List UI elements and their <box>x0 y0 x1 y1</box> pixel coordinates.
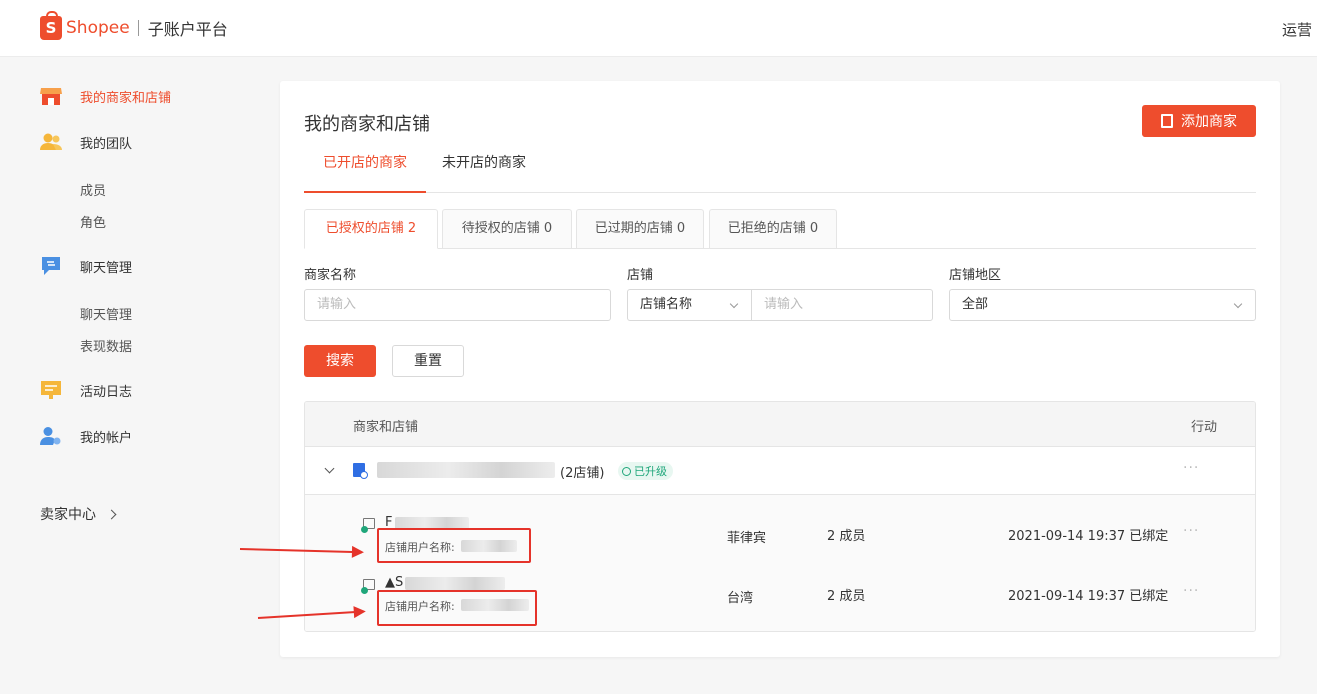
platform-name: 子账户平台 <box>147 20 228 39</box>
sidebar-item-label: 我的团队 <box>80 136 133 152</box>
merchant-name-input[interactable]: 请输入 <box>304 289 611 321</box>
merchant-shop-count: (2店铺) <box>560 466 605 481</box>
shop-search-input[interactable]: 请输入 <box>751 289 933 321</box>
shop-status-tabs: 已授权的店铺 2 待授权的店铺 0 已过期的店铺 0 已拒绝的店铺 0 <box>304 209 1256 249</box>
chevron-down-icon[interactable] <box>324 463 335 474</box>
sidebar-item-roles[interactable]: 角色 <box>80 212 106 231</box>
tab-unopened-merchants[interactable]: 未开店的商家 <box>426 143 542 193</box>
sidebar-item-chat-management[interactable]: 聊天管理 <box>40 256 132 276</box>
chevron-down-icon <box>1233 299 1243 309</box>
merchant-tabs: 已开店的商家 未开店的商家 <box>304 143 1256 193</box>
top-bar: S Shopee 子账户平台 运营 <box>0 0 1317 57</box>
shop-icon <box>361 518 375 533</box>
main-card: 我的商家和店铺 添加商家 已开店的商家 未开店的商家 已授权的店铺 2 待授权的… <box>280 81 1280 657</box>
logo-divider <box>137 20 139 36</box>
tab-pending-shops[interactable]: 待授权的店铺 0 <box>442 209 572 249</box>
sidebar: 我的商家和店铺 我的团队 成员 角色 聊天管理 聊天管理 表现数据 活动日志 我… <box>0 58 270 694</box>
shop-field-select[interactable]: 店铺名称 <box>627 289 752 321</box>
user-menu[interactable]: 运营 <box>1282 19 1312 40</box>
annotation-box <box>377 528 531 563</box>
annotation-box <box>377 590 537 626</box>
store-icon <box>40 86 62 106</box>
add-merchant-icon <box>1161 114 1173 128</box>
add-merchant-label: 添加商家 <box>1181 114 1237 130</box>
sidebar-item-chat-sub[interactable]: 聊天管理 <box>80 304 132 323</box>
logo-text: Shopee <box>66 18 130 38</box>
tab-opened-merchants[interactable]: 已开店的商家 <box>304 143 426 193</box>
reset-button[interactable]: 重置 <box>392 345 464 377</box>
merchant-name-redacted <box>377 462 555 478</box>
shop-name-redacted <box>405 577 505 590</box>
shop-icon <box>361 579 375 594</box>
shop-members[interactable]: 2 成员 <box>827 525 865 544</box>
sidebar-item-label: 活动日志 <box>80 384 133 400</box>
shop-region: 菲律宾 <box>727 531 767 546</box>
sidebar-item-team[interactable]: 我的团队 <box>40 132 132 152</box>
shop-field-select-value: 店铺名称 <box>640 297 693 312</box>
more-icon[interactable]: ··· <box>1183 583 1199 599</box>
merchant-name-label: 商家名称 <box>304 268 357 283</box>
search-button[interactable]: 搜索 <box>304 345 376 377</box>
sidebar-item-label: 我的商家和店铺 <box>80 90 172 106</box>
tab-authorized-shops[interactable]: 已授权的店铺 2 <box>304 209 438 249</box>
tab-rejected-shops[interactable]: 已拒绝的店铺 0 <box>709 209 837 249</box>
sidebar-item-activity-log[interactable]: 活动日志 <box>40 380 132 400</box>
shop-region: 台湾 <box>727 591 754 606</box>
shopee-logo[interactable]: S Shopee 子账户平台 <box>40 11 228 40</box>
merchant-icon <box>353 463 368 479</box>
tab-expired-shops[interactable]: 已过期的店铺 0 <box>576 209 704 249</box>
page-title: 我的商家和店铺 <box>304 114 430 135</box>
more-icon[interactable]: ··· <box>1183 460 1199 476</box>
sidebar-item-members[interactable]: 成员 <box>80 180 106 199</box>
shop-bound-time: 2021-09-14 19:37 已绑定 <box>1008 529 1169 544</box>
column-action: 行动 <box>1191 420 1218 435</box>
check-circle-icon <box>622 466 631 476</box>
sidebar-item-my-account[interactable]: 我的帐户 <box>40 426 132 446</box>
shop-members[interactable]: 2 成员 <box>827 585 865 604</box>
shopee-bag-icon: S <box>40 11 62 40</box>
account-icon <box>40 426 62 446</box>
chat-icon <box>40 256 62 276</box>
table-header: 商家和店铺 行动 <box>305 402 1255 447</box>
activity-log-icon <box>40 380 62 400</box>
shop-region-label: 店铺地区 <box>949 268 1002 283</box>
more-icon[interactable]: ··· <box>1183 523 1199 539</box>
table-row: (2店铺) 已升级 ··· <box>305 447 1255 495</box>
sidebar-item-merchants-shops[interactable]: 我的商家和店铺 <box>40 86 171 106</box>
chevron-down-icon <box>729 299 739 309</box>
shop-name: ▲S <box>385 575 404 590</box>
sidebar-item-label: 我的帐户 <box>80 430 133 446</box>
seller-center-label: 卖家中心 <box>40 507 96 523</box>
shop-region-select[interactable]: 全部 <box>949 289 1256 321</box>
shop-bound-time: 2021-09-14 19:37 已绑定 <box>1008 589 1169 604</box>
column-merchant-shop: 商家和店铺 <box>353 420 419 435</box>
add-merchant-button[interactable]: 添加商家 <box>1142 105 1256 137</box>
sidebar-item-label: 聊天管理 <box>80 260 133 276</box>
sidebar-item-performance[interactable]: 表现数据 <box>80 336 132 355</box>
shop-region-value: 全部 <box>962 297 989 312</box>
status-badge: 已升级 <box>618 462 673 480</box>
shop-label: 店铺 <box>627 268 654 283</box>
team-icon <box>40 132 62 152</box>
seller-center-link[interactable]: 卖家中心 <box>40 504 117 524</box>
badge-label: 已升级 <box>634 465 667 478</box>
chevron-right-icon <box>106 509 117 519</box>
